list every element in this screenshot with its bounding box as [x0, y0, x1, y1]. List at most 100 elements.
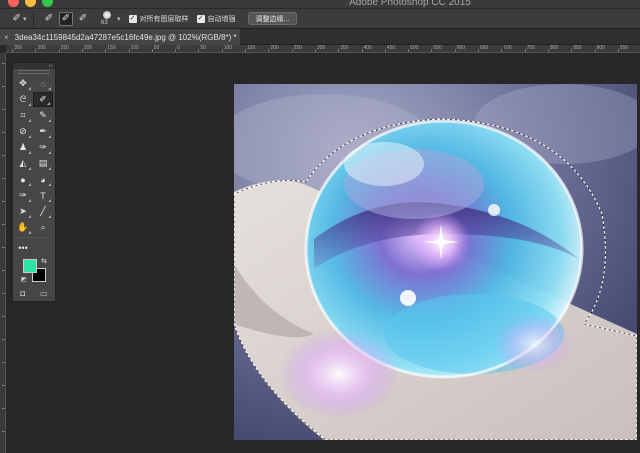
ruler-tick	[2, 178, 5, 179]
dodge-tool[interactable]: ◕	[33, 172, 53, 187]
ruler-label: 750	[526, 45, 535, 51]
brush-tip-icon	[103, 10, 111, 19]
ruler-label: 250	[60, 45, 69, 51]
magnetic-lasso-icon: ᘓ	[19, 94, 27, 104]
document-canvas[interactable]	[234, 84, 637, 440]
auto-enhance-checkbox[interactable]: ✓ 自动增强	[196, 14, 236, 24]
collapse-panel-icon[interactable]: ‹‹	[49, 63, 52, 69]
default-colors-icon[interactable]: ◩	[21, 276, 27, 283]
ruler-label: 0	[177, 45, 180, 51]
move-tool[interactable]: ✥	[13, 76, 33, 91]
clone-stamp-tool[interactable]: ♟	[13, 140, 33, 155]
line-tool[interactable]: ╱	[33, 204, 53, 219]
edit-toolbar-button[interactable]: •••	[13, 240, 33, 255]
lasso-tool[interactable]: ᘓ	[13, 92, 33, 107]
brush-new-icon: ✐	[44, 13, 54, 24]
arrow-icon: ➤	[19, 206, 27, 216]
screen-mode-icon[interactable]: ▭	[40, 289, 48, 298]
ruler-tick	[268, 49, 270, 52]
eraser-tool[interactable]: ◭	[13, 156, 33, 171]
sample-all-layers-label: 对所有图层取样	[139, 15, 189, 23]
brush-tool[interactable]: ✒	[33, 124, 53, 139]
ruler-tick	[478, 49, 479, 52]
vertical-ruler[interactable]	[0, 53, 6, 453]
history-brush-tool[interactable]: ✑	[33, 140, 53, 155]
ruler-tick	[384, 49, 386, 52]
brush-picker[interactable]: 63	[99, 10, 115, 27]
crop-tool[interactable]: ⌗	[13, 108, 33, 123]
foreground-color-swatch[interactable]	[23, 259, 37, 273]
ruler-label: 600	[456, 45, 466, 51]
panel-grip[interactable]	[18, 70, 50, 74]
chevron-down-icon[interactable]: ▾	[117, 15, 121, 23]
ruler-tick	[2, 86, 5, 87]
close-tab-icon[interactable]: ×	[4, 33, 9, 42]
add-to-selection-button[interactable]: ✐	[59, 11, 73, 26]
document-tab-title: 3dea34c1159845d2a47287e5c16fc49e.jpg @ 1…	[14, 32, 237, 42]
ruler-tick	[2, 201, 5, 202]
crop-icon: ⌗	[20, 110, 26, 120]
healing-brush-tool[interactable]: ⊘	[13, 124, 33, 139]
divider	[17, 237, 51, 238]
ruler-tick	[151, 49, 153, 52]
quick-mask-icon[interactable]: ◘	[20, 289, 25, 298]
ruler-label: 100	[223, 45, 233, 51]
eyedropper-tool[interactable]: ✎	[33, 108, 53, 123]
ruler-tick	[128, 49, 130, 52]
quick-selection-tool[interactable]: ✐	[33, 92, 53, 107]
ruler-label: 550	[433, 45, 442, 51]
ruler-tick	[2, 109, 5, 110]
blur-tool[interactable]: ●	[13, 172, 33, 187]
ruler-tick	[2, 155, 5, 156]
ruler-tick	[501, 49, 503, 52]
hand-icon: ✋	[17, 222, 29, 232]
type-tool[interactable]: T	[33, 188, 53, 203]
ruler-tick	[2, 362, 5, 363]
tool-preset-picker[interactable]: ✐ ▾	[6, 10, 34, 27]
horizontal-ruler[interactable]: 350 300 250 200 150 100 50 0 50 100 150 200 250 300 35…	[6, 45, 640, 53]
line-icon: ╱	[40, 206, 46, 216]
ruler-tick	[431, 49, 433, 52]
hand-tool[interactable]: ✋	[13, 220, 33, 235]
refine-edge-button[interactable]: 调整边缘...	[247, 12, 298, 25]
ruler-tick	[198, 49, 200, 52]
tools-panel-header[interactable]: ‹‹	[13, 63, 55, 69]
brush-size-value: 63	[101, 19, 108, 26]
ruler-label: 650	[480, 45, 489, 51]
document-tab[interactable]: × 3dea34c1159845d2a47287e5c16fc49e.jpg @…	[0, 29, 240, 45]
swap-colors-icon[interactable]: ⇆	[41, 257, 47, 265]
ruler-tick	[2, 293, 5, 294]
type-icon: T	[40, 190, 46, 201]
zoom-tool[interactable]: ⌕	[33, 220, 53, 235]
move-icon: ✥	[19, 78, 27, 88]
quick-selection-icon: ✐	[12, 13, 21, 24]
options-bar: ✐ ▾ ✐ ✐ ✐ 63 ▾ ✓ 对所有图层取样 ✓ 自动增强 调整边缘...	[0, 9, 640, 29]
sample-all-layers-checkbox[interactable]: ✓ 对所有图层取样	[128, 14, 189, 24]
eraser-icon: ◭	[19, 158, 27, 168]
ruler-tick	[81, 49, 83, 52]
new-selection-button[interactable]: ✐	[42, 12, 56, 26]
ruler-tick	[2, 385, 5, 386]
stamp-icon: ♟	[18, 142, 28, 152]
history-brush-icon: ✑	[39, 142, 47, 152]
subtract-from-selection-button[interactable]: ✐	[76, 12, 90, 26]
path-selection-tool[interactable]: ➤	[13, 204, 33, 219]
gradient-icon: ▤	[38, 158, 48, 168]
pen-icon: ✑	[19, 190, 27, 200]
ruler-tick	[2, 339, 5, 340]
ruler-label: 350	[340, 45, 349, 51]
brush-subtract-icon: ✐	[78, 13, 88, 24]
bandage-icon: ⊘	[19, 126, 27, 136]
marquee-tool[interactable]: ◌	[33, 76, 53, 91]
ruler-tick	[361, 49, 363, 52]
ruler-tick	[245, 49, 246, 52]
ruler-label: 50	[153, 45, 160, 51]
gradient-tool[interactable]: ▤	[33, 156, 53, 171]
quick-selection-icon: ✐	[39, 94, 47, 104]
ruler-tick	[221, 49, 223, 52]
ruler-tick	[408, 49, 410, 52]
pen-tool[interactable]: ✑	[13, 188, 33, 203]
brush-icon: ✒	[39, 126, 47, 136]
dodge-icon: ◕	[40, 174, 46, 185]
ruler-label: 900	[596, 45, 605, 51]
